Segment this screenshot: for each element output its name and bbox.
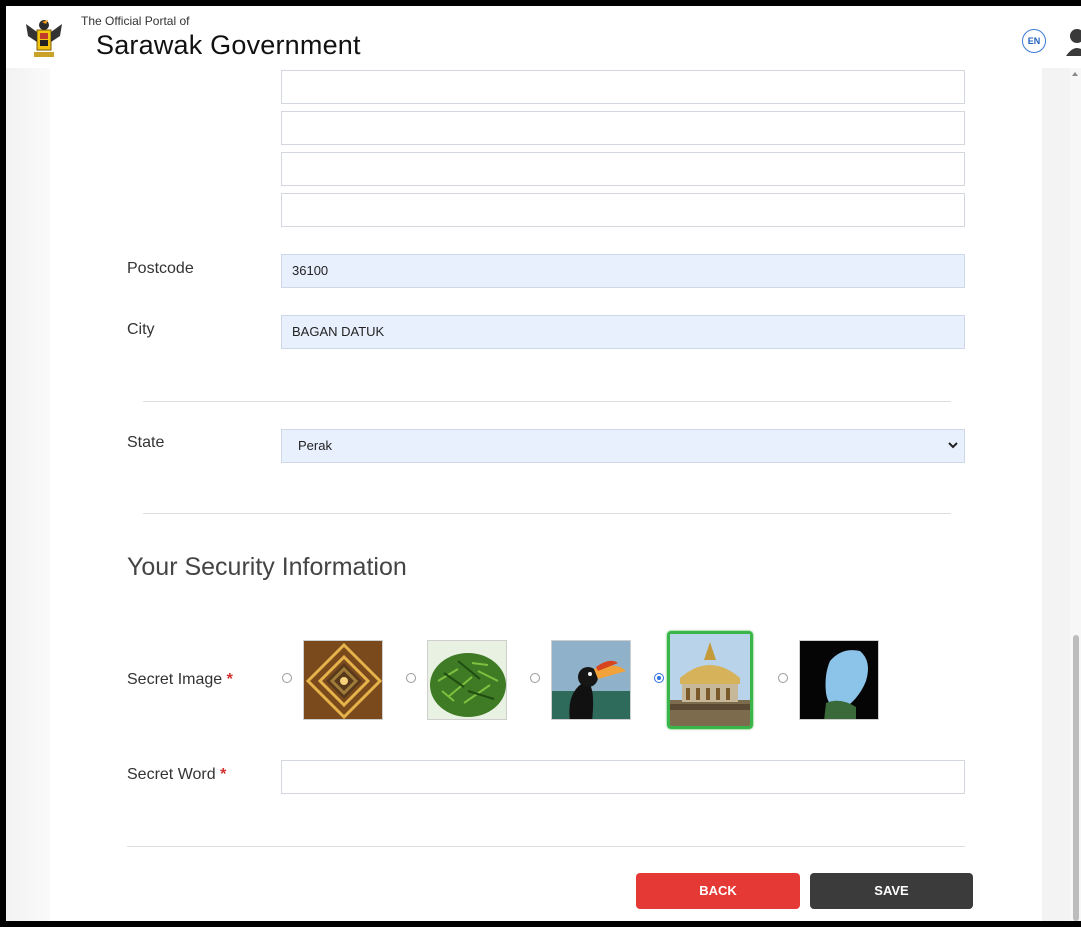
secret-word-field[interactable] xyxy=(281,760,965,794)
required-mark: * xyxy=(226,671,233,688)
section-divider xyxy=(143,401,951,402)
secret-image-radio-3[interactable] xyxy=(530,673,540,683)
address-line-2-field[interactable] xyxy=(281,111,965,145)
sarawak-building-image xyxy=(670,634,750,726)
state-selected-value: Perak xyxy=(298,438,332,453)
site-title[interactable]: Sarawak Government xyxy=(96,30,361,61)
secret-image-radio-4[interactable] xyxy=(654,673,664,683)
state-label: State xyxy=(127,434,165,451)
postcode-field[interactable]: 36100 xyxy=(281,254,965,288)
scrollbar-thumb[interactable] xyxy=(1073,635,1079,921)
secret-image-radio-1[interactable] xyxy=(282,673,292,683)
chevron-down-icon xyxy=(948,442,958,449)
right-gutter xyxy=(1042,68,1070,921)
address-line-4-field[interactable] xyxy=(281,193,965,227)
secret-image-label: Secret Image * xyxy=(127,671,233,689)
security-section-title: Your Security Information xyxy=(127,553,407,581)
language-switch-button[interactable]: EN xyxy=(1022,29,1046,53)
secret-image-building[interactable] xyxy=(667,631,753,729)
section-divider xyxy=(143,513,951,514)
save-button[interactable]: SAVE xyxy=(810,873,973,909)
secret-image-greens[interactable] xyxy=(427,640,507,720)
portal-subtitle: The Official Portal of xyxy=(81,14,190,28)
city-label: City xyxy=(127,321,155,338)
sarawak-motif-image xyxy=(304,641,382,719)
secret-word-label: Secret Word * xyxy=(127,766,226,784)
sarawak-crest-logo[interactable] xyxy=(24,16,64,60)
required-mark: * xyxy=(220,766,227,783)
scroll-up-arrow-icon[interactable] xyxy=(1072,72,1078,76)
secret-image-label-text: Secret Image xyxy=(127,671,223,688)
city-field[interactable]: BAGAN DATUK xyxy=(281,315,965,349)
secret-image-radio-2[interactable] xyxy=(406,673,416,683)
secret-image-hornbill[interactable] xyxy=(551,640,631,720)
secret-image-motif[interactable] xyxy=(303,640,383,720)
hornbill-image xyxy=(552,641,630,719)
postcode-label: Postcode xyxy=(127,260,194,277)
green-fern-dish-image xyxy=(428,641,506,719)
state-select[interactable]: Perak xyxy=(281,429,965,463)
left-gutter xyxy=(6,68,50,921)
section-divider xyxy=(127,846,965,847)
secret-image-cave[interactable] xyxy=(799,640,879,720)
site-header: The Official Portal of Sarawak Governmen… xyxy=(6,6,1081,70)
user-icon[interactable] xyxy=(1064,24,1081,56)
secret-image-radio-5[interactable] xyxy=(778,673,788,683)
back-button[interactable]: BACK xyxy=(636,873,800,909)
secret-word-label-text: Secret Word xyxy=(127,766,216,783)
cave-opening-image xyxy=(800,641,878,719)
address-line-3-field[interactable] xyxy=(281,152,965,186)
address-line-1-field[interactable] xyxy=(281,70,965,104)
